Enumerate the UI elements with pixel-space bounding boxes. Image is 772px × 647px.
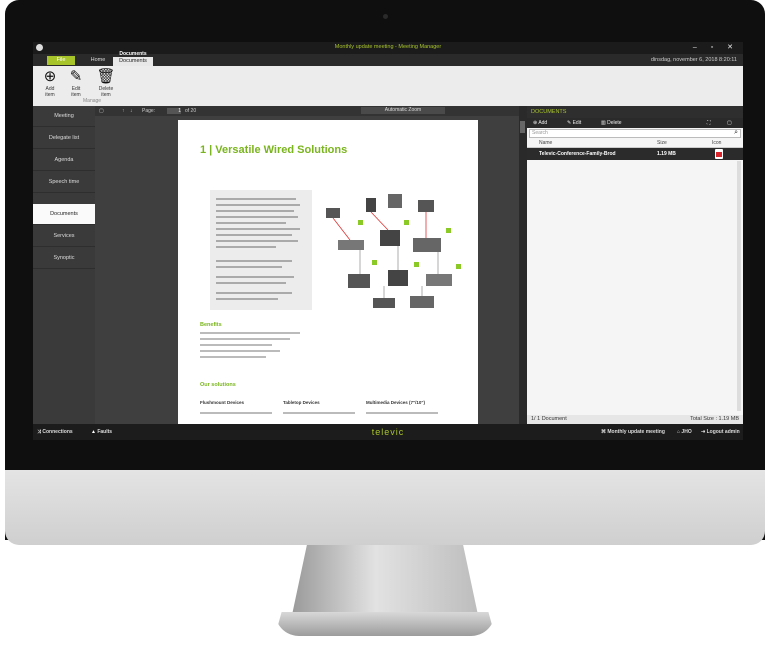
col-name[interactable]: Name bbox=[539, 140, 552, 146]
page-total: of 20 bbox=[185, 108, 197, 114]
doc-edit-label: Edit bbox=[572, 120, 582, 126]
page-number-input[interactable]: 1 bbox=[167, 108, 181, 114]
plus-circle-icon: ⊕ bbox=[43, 68, 57, 85]
sidebar-item-synoptic[interactable]: Synoptic bbox=[33, 248, 95, 269]
search-input[interactable]: Search ⌕ bbox=[529, 129, 741, 138]
prev-page-icon[interactable]: ↑ bbox=[122, 108, 125, 114]
search-placeholder: Search bbox=[532, 130, 548, 136]
documents-header: DOCUMENTS bbox=[527, 106, 743, 118]
system-diagram bbox=[326, 194, 461, 308]
home-label: JHO bbox=[681, 429, 692, 435]
viewer-scrollbar[interactable] bbox=[519, 106, 527, 424]
trash-icon: 🗑 bbox=[96, 68, 116, 85]
home-button[interactable]: ⌂ JHO bbox=[677, 429, 692, 435]
add-item-button[interactable]: ⊕ Add item bbox=[37, 68, 63, 98]
camera-icon bbox=[383, 14, 388, 19]
pencil-icon: ✎ bbox=[69, 68, 83, 85]
ribbon-group-manage: Manage bbox=[83, 98, 102, 104]
sidebar-item-services[interactable]: Services bbox=[33, 226, 95, 247]
delete-item-button[interactable]: 🗑 Delete item bbox=[93, 68, 119, 98]
doc-delete-label: Delete bbox=[607, 120, 622, 126]
delete-item-label: Delete item bbox=[98, 86, 114, 98]
sidebar-toggle-icon[interactable]: ▢ bbox=[99, 108, 104, 114]
benefits-heading: Benefits bbox=[200, 322, 222, 328]
status-bar: ⤨ Connections ▲ Faults televic ⌘ Monthly… bbox=[33, 424, 743, 440]
col-flushmount: Flushmount Devices bbox=[200, 400, 245, 405]
sidebar-item-documents[interactable]: Documents bbox=[33, 204, 95, 225]
sidebar-item-meeting[interactable]: Meeting bbox=[33, 106, 95, 127]
monitor-stand bbox=[292, 545, 478, 615]
doc-edit-button[interactable]: ✎ Edit bbox=[567, 119, 581, 127]
ribbon: ⊕ Add item ✎ Edit item 🗑 Delete item Man… bbox=[33, 66, 743, 107]
panel-toggle-icon[interactable]: ▢ bbox=[727, 119, 732, 127]
next-page-icon[interactable]: ↓ bbox=[130, 108, 133, 114]
doc-size: 1.19 MB bbox=[657, 151, 676, 157]
edit-item-button[interactable]: ✎ Edit item bbox=[63, 68, 89, 98]
fullscreen-icon[interactable]: ⛶ bbox=[707, 119, 711, 127]
sidebar-item-delegate-list[interactable]: Delegate list bbox=[33, 128, 95, 149]
window-title: Monthly update meeting - Meeting Manager bbox=[334, 44, 442, 50]
add-item-label: Add item bbox=[45, 86, 55, 98]
documents-scrollbar[interactable] bbox=[737, 161, 741, 411]
total-size: Total Size : 1.19 MB bbox=[690, 416, 739, 422]
zoom-select[interactable]: Automatic Zoom bbox=[361, 107, 445, 114]
doc-add-button[interactable]: ⊕ Add bbox=[533, 119, 547, 127]
window-controls[interactable]: – ▫ ✕ bbox=[693, 43, 739, 51]
doc-name: Televic-Conference-Family-Brod bbox=[539, 151, 616, 157]
table-row[interactable]: Televic-Conference-Family-Brod 1.19 MB bbox=[527, 148, 743, 160]
document-count: 1/ 1 Document bbox=[531, 416, 567, 422]
search-icon[interactable]: ⌕ bbox=[734, 129, 738, 136]
date-time: dinsdag, november 6, 2018 8:20:11 bbox=[650, 57, 737, 63]
meeting-button[interactable]: ⌘ Monthly update meeting bbox=[601, 429, 665, 435]
document-viewer: ▢ ↑ ↓ Page: 1 of 20 Automatic Zoom 1 | V… bbox=[95, 106, 527, 424]
doc-delete-button[interactable]: ▥ Delete bbox=[601, 119, 622, 127]
monitor-chin bbox=[5, 470, 765, 545]
col-size[interactable]: Size bbox=[657, 140, 667, 146]
context-group-label: Documents bbox=[119, 51, 147, 57]
app-window: Monthly update meeting - Meeting Manager… bbox=[33, 42, 743, 440]
page-label: Page: bbox=[142, 108, 156, 114]
viewer-scroll-thumb[interactable] bbox=[520, 121, 525, 133]
edit-item-label: Edit item bbox=[71, 86, 81, 98]
col-multimedia: Multimedia Devices (7"/10") bbox=[366, 400, 426, 405]
sidebar-item-speech-time[interactable]: Speech time bbox=[33, 172, 95, 193]
ribbon-tabs: File Home Documents Documents dinsdag, n… bbox=[33, 51, 743, 66]
tab-file[interactable]: File bbox=[47, 56, 75, 65]
logout-label: Logout admin bbox=[706, 429, 740, 435]
sidebar-item-agenda[interactable]: Agenda bbox=[33, 150, 95, 171]
documents-footer: 1/ 1 Document Total Size : 1.19 MB bbox=[527, 415, 743, 424]
tab-home[interactable]: Home bbox=[85, 56, 111, 65]
col-tabletop: Tabletop Devices bbox=[283, 400, 320, 405]
documents-panel: DOCUMENTS ⊕ Add ✎ Edit ▥ Delete ⛶ ▢ Sear… bbox=[527, 106, 743, 424]
monitor-base bbox=[275, 612, 495, 636]
logout-button[interactable]: ⇥ Logout admin bbox=[701, 429, 740, 435]
pdf-icon bbox=[715, 149, 723, 159]
doc-intro-box bbox=[210, 190, 312, 310]
pdf-page: 1 | Versatile Wired Solutions Benefits O… bbox=[178, 120, 478, 424]
sidebar: Meeting Delegate list Agenda Speech time… bbox=[33, 106, 98, 424]
table-header: Name Size Icon bbox=[527, 139, 743, 148]
documents-toolbar: ⊕ Add ✎ Edit ▥ Delete ⛶ ▢ bbox=[527, 118, 743, 128]
tab-documents[interactable]: Documents bbox=[113, 57, 153, 66]
solutions-heading: Our solutions bbox=[200, 382, 236, 388]
meeting-label: Monthly update meeting bbox=[607, 429, 665, 435]
col-icon[interactable]: Icon bbox=[712, 140, 721, 146]
doc-add-label: Add bbox=[538, 120, 548, 126]
viewer-toolbar: ▢ ↑ ↓ Page: 1 of 20 Automatic Zoom bbox=[95, 106, 527, 116]
doc-title: 1 | Versatile Wired Solutions bbox=[200, 144, 348, 156]
